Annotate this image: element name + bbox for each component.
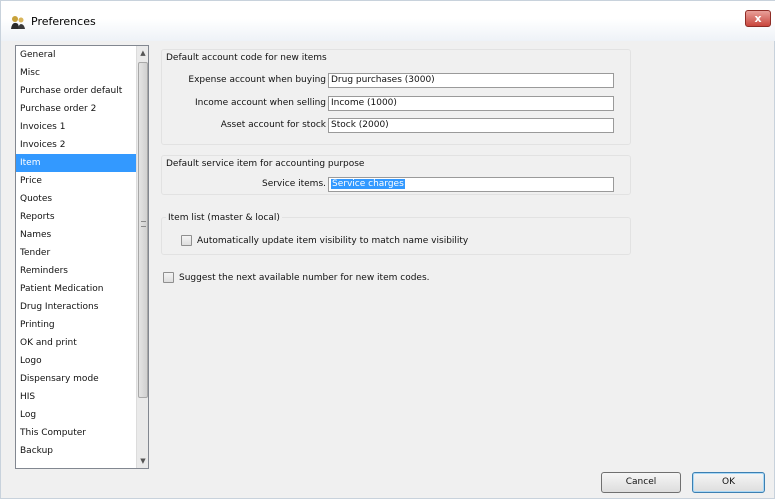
income-account-field[interactable]: Income (1000) — [328, 96, 614, 111]
item-list-group-title: Item list (master & local) — [166, 213, 282, 223]
asset-account-label: Asset account for stock — [220, 120, 326, 130]
sidebar-item-price[interactable]: Price — [16, 172, 136, 190]
sidebar-item-drug-interactions[interactable]: Drug Interactions — [16, 298, 136, 316]
scroll-up-icon[interactable]: ▲ — [137, 46, 148, 60]
ok-button[interactable]: OK — [692, 472, 765, 493]
service-items-value: Service charges — [331, 179, 405, 189]
title-bar: Preferences x — [1, 1, 775, 41]
service-items-label: Service items. — [261, 179, 326, 189]
sidebar-item-item[interactable]: Item — [16, 154, 136, 172]
suggest-next-number-checkbox[interactable] — [163, 272, 174, 283]
expense-account-label: Expense account when buying — [188, 75, 326, 85]
auto-update-visibility-label: Automatically update item visibility to … — [197, 236, 469, 246]
window-title: Preferences — [31, 15, 96, 28]
sidebar-item-ok-and-print[interactable]: OK and print — [16, 334, 136, 352]
sidebar-item-names[interactable]: Names — [16, 226, 136, 244]
scroll-thumb[interactable] — [138, 62, 148, 398]
sidebar-item-tender[interactable]: Tender — [16, 244, 136, 262]
sidebar-item-backup[interactable]: Backup — [16, 442, 136, 460]
sidebar-item-logo[interactable]: Logo — [16, 352, 136, 370]
preferences-window: Preferences x General Misc Purchase order … — [0, 0, 775, 499]
auto-update-visibility-checkbox[interactable] — [181, 235, 192, 246]
sidebar-item-patient-medication[interactable]: Patient Medication — [16, 280, 136, 298]
sidebar-item-this-computer[interactable]: This Computer — [16, 424, 136, 442]
sidebar-item-quotes[interactable]: Quotes — [16, 190, 136, 208]
service-item-group-title: Default service item for accounting purp… — [166, 159, 365, 169]
scroll-down-icon[interactable]: ▼ — [137, 454, 148, 468]
sidebar-item-printing[interactable]: Printing — [16, 316, 136, 334]
service-items-field[interactable]: Service charges — [328, 177, 614, 192]
grip-icon — [141, 221, 146, 227]
sidebar-item-invoices-1[interactable]: Invoices 1 — [16, 118, 136, 136]
asset-account-field[interactable]: Stock (2000) — [328, 118, 614, 133]
sidebar-item-misc[interactable]: Misc — [16, 64, 136, 82]
preferences-category-list: General Misc Purchase order default Purchas… — [15, 45, 149, 469]
income-account-label: Income account when selling — [194, 98, 326, 108]
sidebar-item-his[interactable]: HIS — [16, 388, 136, 406]
sidebar-item-reminders[interactable]: Reminders — [16, 262, 136, 280]
sidebar-item-purchase-order-2[interactable]: Purchase order 2 — [16, 100, 136, 118]
category-items: General Misc Purchase order default Purchas… — [16, 46, 136, 460]
sidebar-item-reports[interactable]: Reports — [16, 208, 136, 226]
app-icon — [11, 16, 25, 29]
cancel-button[interactable]: Cancel — [601, 472, 681, 493]
sidebar-item-purchase-order-default[interactable]: Purchase order default — [16, 82, 136, 100]
expense-account-field[interactable]: Drug purchases (3000) — [328, 73, 614, 88]
sidebar-item-dispensary-mode[interactable]: Dispensary mode — [16, 370, 136, 388]
account-code-group-title: Default account code for new items — [166, 53, 327, 63]
sidebar-item-invoices-2[interactable]: Invoices 2 — [16, 136, 136, 154]
sidebar-item-log[interactable]: Log — [16, 406, 136, 424]
close-button[interactable]: x — [745, 10, 771, 27]
sidebar-scrollbar[interactable]: ▲ ▼ — [136, 46, 148, 468]
suggest-next-number-label: Suggest the next available number for ne… — [179, 273, 430, 283]
sidebar-item-general[interactable]: General — [16, 46, 136, 64]
